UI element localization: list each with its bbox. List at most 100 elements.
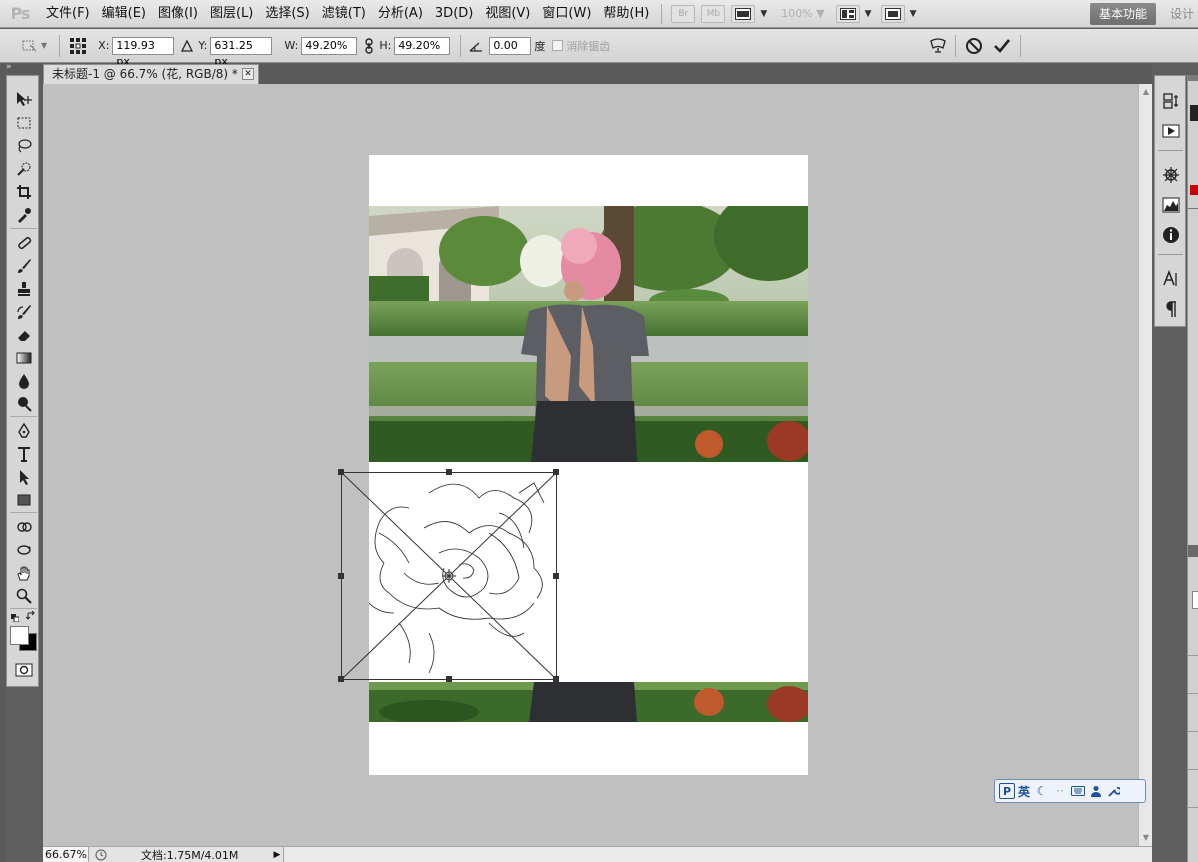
menu-filter[interactable]: 滤镜(T) bbox=[316, 0, 372, 28]
menu-view[interactable]: 视图(V) bbox=[479, 0, 536, 28]
arrange-documents-button[interactable] bbox=[835, 4, 860, 23]
paragraph-panel-button[interactable] bbox=[1160, 298, 1182, 320]
swap-arrows-icon bbox=[25, 610, 35, 620]
delta-icon[interactable] bbox=[180, 39, 194, 53]
lasso-tool[interactable] bbox=[7, 135, 40, 157]
menu-window[interactable]: 窗口(W) bbox=[536, 0, 597, 28]
tool-preset-picker[interactable] bbox=[20, 36, 40, 56]
pen-tool[interactable] bbox=[7, 420, 40, 442]
quick-selection-tool[interactable] bbox=[7, 158, 40, 180]
eraser-tool[interactable] bbox=[7, 324, 40, 346]
transform-handle-right[interactable] bbox=[553, 573, 559, 579]
arrange-dropdown-arrow[interactable]: ▼ bbox=[865, 9, 872, 19]
bridge-button[interactable]: Br bbox=[671, 4, 696, 23]
ime-keyboard-icon[interactable] bbox=[1069, 782, 1087, 800]
type-tool[interactable] bbox=[7, 443, 40, 465]
eyedropper-tool[interactable] bbox=[7, 204, 40, 226]
close-tab-icon[interactable]: ✕ bbox=[242, 68, 254, 80]
vertical-scrollbar[interactable]: ▲ ▼ bbox=[1138, 84, 1152, 846]
transform-handle-top-left[interactable] bbox=[338, 469, 344, 475]
antialias-checkbox[interactable] bbox=[552, 40, 564, 51]
menu-analysis[interactable]: 分析(A) bbox=[372, 0, 429, 28]
collapse-arrows-icon[interactable]: » bbox=[6, 62, 12, 72]
extras-button[interactable] bbox=[731, 4, 756, 23]
extras-dropdown-arrow[interactable]: ▼ bbox=[760, 9, 767, 19]
quick-mask-button[interactable] bbox=[7, 659, 40, 681]
history-brush-tool[interactable] bbox=[7, 301, 40, 323]
shape-tool[interactable] bbox=[7, 489, 40, 511]
status-info-icon[interactable] bbox=[94, 848, 108, 862]
status-menu-arrow-icon[interactable]: ▶ bbox=[271, 850, 283, 860]
commit-transform-button[interactable] bbox=[992, 36, 1012, 56]
menu-3d[interactable]: 3D(D) bbox=[429, 0, 479, 28]
menu-edit[interactable]: 编辑(E) bbox=[96, 0, 152, 28]
actions-panel-button[interactable] bbox=[1160, 120, 1182, 142]
3d-rotate-tool[interactable] bbox=[7, 516, 40, 538]
character-panel-button[interactable] bbox=[1160, 268, 1182, 290]
zoom-level-dropdown[interactable]: 100% ▼ bbox=[781, 7, 824, 20]
warp-mode-button[interactable] bbox=[928, 36, 948, 56]
reference-point-locator[interactable] bbox=[68, 36, 88, 56]
blur-tool[interactable] bbox=[7, 370, 40, 392]
brush-tool[interactable] bbox=[7, 255, 40, 277]
cancel-transform-button[interactable] bbox=[964, 36, 984, 56]
menu-file[interactable]: 文件(F) bbox=[40, 0, 96, 28]
3d-camera-tool[interactable] bbox=[7, 539, 40, 561]
ime-punctuation-icon[interactable]: ·· bbox=[1051, 782, 1069, 800]
width-scale-input[interactable]: 49.20% bbox=[301, 36, 358, 55]
mini-bridge-button[interactable]: Mb bbox=[701, 4, 726, 23]
status-zoom-field[interactable]: 66.67% bbox=[43, 847, 89, 862]
history-panel-button[interactable] bbox=[1160, 90, 1182, 112]
height-scale-input[interactable]: 49.20% bbox=[394, 36, 451, 55]
default-colors-button[interactable] bbox=[11, 611, 20, 623]
navigator-panel-button[interactable] bbox=[1160, 164, 1182, 186]
transform-handle-bottom[interactable] bbox=[446, 676, 452, 682]
menu-image[interactable]: 图像(I) bbox=[152, 0, 204, 28]
screen-mode-button[interactable] bbox=[880, 4, 905, 23]
healing-brush-tool[interactable] bbox=[7, 232, 40, 254]
horizontal-scrollbar[interactable] bbox=[283, 847, 1152, 862]
scroll-up-arrow-icon[interactable]: ▲ bbox=[1141, 87, 1151, 97]
histogram-panel-button[interactable] bbox=[1160, 194, 1182, 216]
scroll-down-arrow-icon[interactable]: ▼ bbox=[1141, 833, 1151, 843]
crop-tool[interactable] bbox=[7, 181, 40, 203]
screen-mode-dropdown-arrow[interactable]: ▼ bbox=[910, 9, 917, 19]
transform-handle-left[interactable] bbox=[338, 573, 344, 579]
link-chain-icon[interactable] bbox=[363, 37, 375, 54]
gradient-tool[interactable] bbox=[7, 347, 40, 369]
transform-handle-top[interactable] bbox=[446, 469, 452, 475]
artboard[interactable] bbox=[369, 155, 808, 775]
ime-toolbar: P 英 ☾ ·· bbox=[994, 779, 1146, 803]
default-colors-icon bbox=[11, 614, 20, 623]
transform-handle-top-right[interactable] bbox=[553, 469, 559, 475]
marquee-tool[interactable] bbox=[7, 112, 40, 134]
ime-user-icon[interactable] bbox=[1087, 782, 1105, 800]
ime-logo-icon[interactable]: P bbox=[999, 783, 1015, 799]
x-position-input[interactable]: 119.93 px bbox=[112, 36, 175, 68]
zoom-tool[interactable] bbox=[7, 585, 40, 607]
document-tab[interactable]: 未标题-1 @ 66.7% (花, RGB/8) * ✕ bbox=[43, 64, 259, 84]
rotation-angle-input[interactable]: 0.00 bbox=[489, 36, 532, 55]
workspace-essentials-button[interactable]: 基本功能 bbox=[1090, 3, 1156, 25]
menu-help[interactable]: 帮助(H) bbox=[597, 0, 655, 28]
hand-tool[interactable] bbox=[7, 562, 40, 584]
ime-language-toggle[interactable]: 英 bbox=[1015, 782, 1033, 800]
clone-stamp-tool[interactable] bbox=[7, 278, 40, 300]
workspace-design-button[interactable]: 设计 bbox=[1170, 0, 1194, 28]
transform-handle-bottom-left[interactable] bbox=[338, 676, 344, 682]
canvas-area[interactable] bbox=[43, 84, 1138, 846]
tool-preset-arrow[interactable]: ▼ bbox=[41, 41, 47, 50]
foreground-color-swatch[interactable] bbox=[10, 626, 29, 645]
ime-settings-wrench-icon[interactable] bbox=[1105, 782, 1123, 800]
free-transform-bounding-box[interactable] bbox=[338, 469, 559, 682]
swap-colors-button[interactable] bbox=[25, 610, 36, 620]
move-tool[interactable] bbox=[7, 88, 40, 110]
ime-moon-icon[interactable]: ☾ bbox=[1033, 782, 1051, 800]
transform-handle-bottom-right[interactable] bbox=[553, 676, 559, 682]
menu-select[interactable]: 选择(S) bbox=[259, 0, 315, 28]
dodge-tool[interactable] bbox=[7, 393, 40, 415]
path-selection-tool[interactable] bbox=[7, 466, 40, 488]
menu-layer[interactable]: 图层(L) bbox=[204, 0, 259, 28]
y-position-input[interactable]: 631.25 px bbox=[210, 36, 273, 68]
info-panel-button[interactable] bbox=[1160, 224, 1182, 246]
